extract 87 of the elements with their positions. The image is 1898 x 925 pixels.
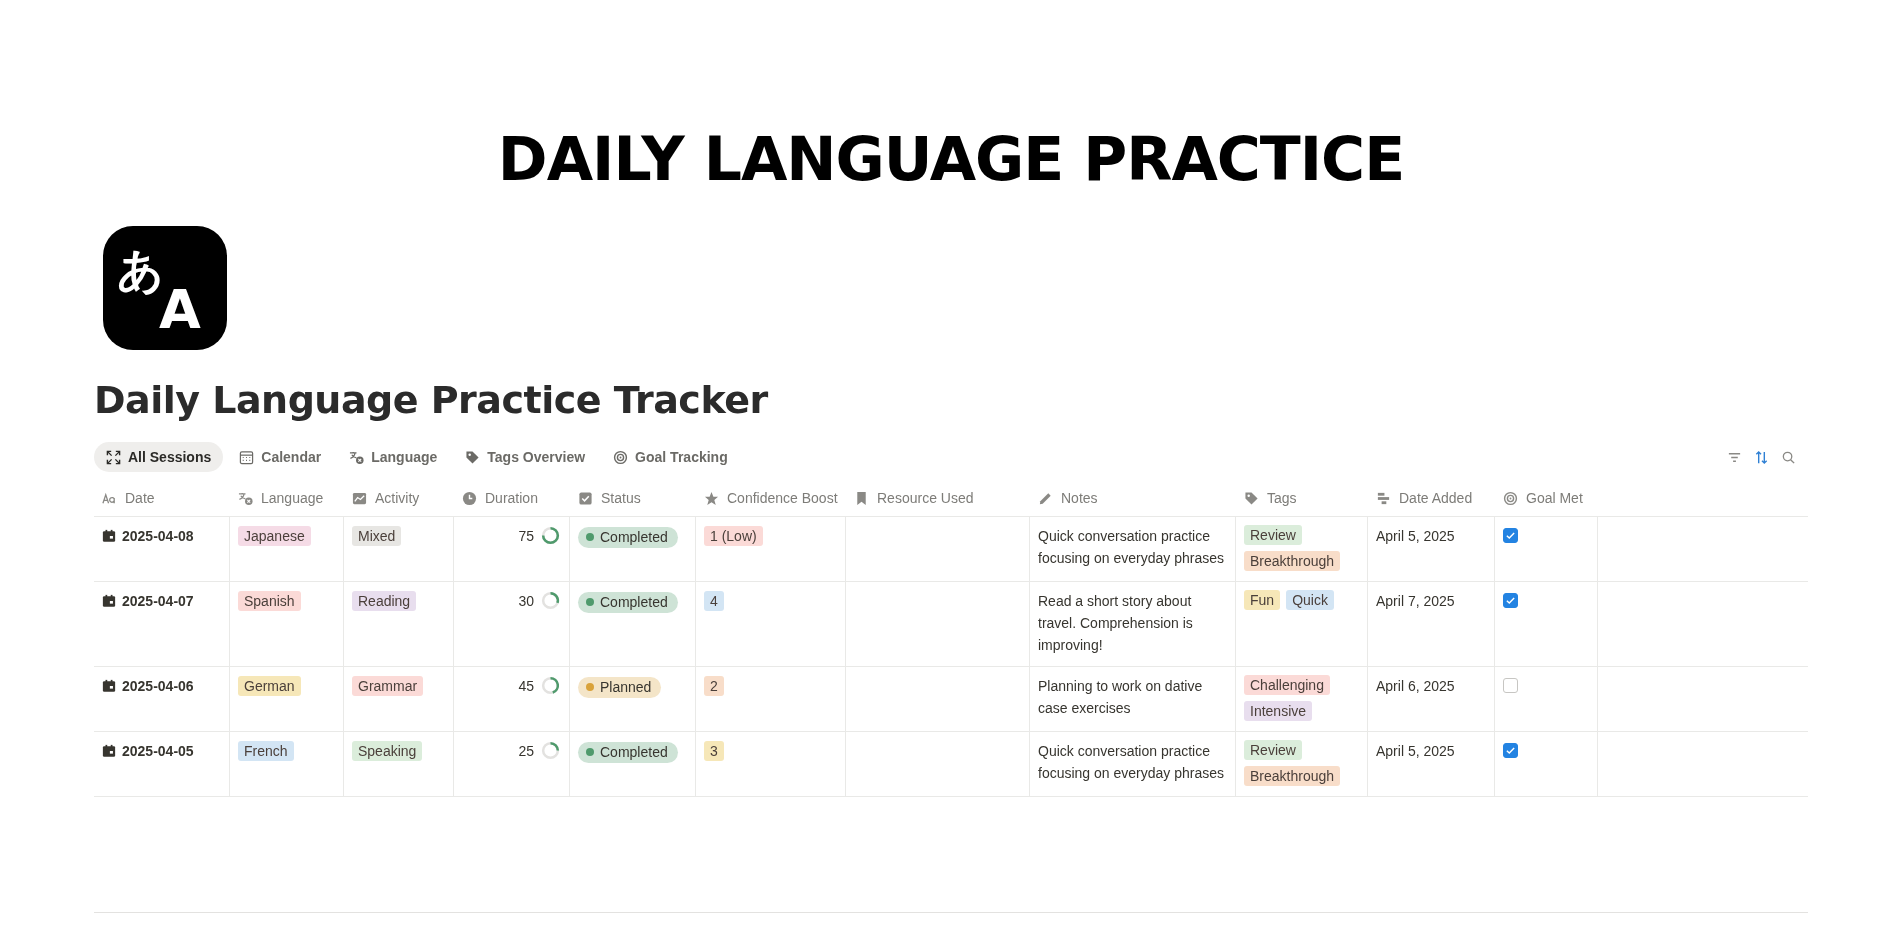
clock-icon <box>462 490 477 506</box>
calendar-icon <box>102 529 116 543</box>
date-added: April 7, 2025 <box>1376 593 1455 609</box>
goal-checkbox[interactable] <box>1503 678 1518 693</box>
view-tab[interactable]: All Sessions <box>94 442 224 472</box>
language-tag: German <box>238 676 301 696</box>
date-cell[interactable]: 2025-04-06 <box>102 675 194 697</box>
view-tab[interactable]: Calendar <box>227 442 334 472</box>
text-type-icon <box>102 490 117 506</box>
banner-title: DAILY LANGUAGE PRACTICE <box>496 123 1406 190</box>
column-header[interactable]: Goal Met <box>1495 480 1598 516</box>
tag-chip: Quick <box>1286 590 1334 610</box>
status-pill: Completed <box>578 741 678 763</box>
view-tab[interactable]: Goal Tracking <box>601 442 740 472</box>
confidence-tag: 2 <box>704 676 724 696</box>
checkbox-icon <box>578 490 593 506</box>
calendar-icon <box>239 449 255 465</box>
status-pill: Completed <box>578 526 678 548</box>
status-pill: Completed <box>578 591 678 613</box>
goal-checkbox[interactable] <box>1503 593 1518 608</box>
column-header[interactable]: Date Added <box>1368 480 1495 516</box>
activity-tag: Reading <box>352 591 417 611</box>
tag-icon <box>465 449 481 465</box>
column-header[interactable]: Date <box>94 480 230 516</box>
activity-tag: Mixed <box>352 526 402 546</box>
tag-icon <box>1244 490 1259 506</box>
sort-icon[interactable] <box>1754 449 1769 465</box>
date-added: April 5, 2025 <box>1376 528 1455 544</box>
progress-ring <box>540 525 561 546</box>
column-header[interactable]: Tags <box>1236 480 1368 516</box>
notes-text: Quick conversation practice focusing on everyday phrases <box>1038 742 1225 783</box>
date-added: April 6, 2025 <box>1376 678 1455 694</box>
status-pill: Planned <box>578 676 662 698</box>
view-tab[interactable]: Language <box>337 442 450 472</box>
tag-chip: Review <box>1244 525 1302 545</box>
column-header[interactable]: Activity <box>344 480 454 516</box>
duration-value: 25 <box>518 742 534 761</box>
expand-icon <box>106 449 121 465</box>
bookmark-icon <box>854 490 869 506</box>
column-header[interactable]: Language <box>230 480 344 516</box>
duration-value: 45 <box>518 677 534 696</box>
confidence-tag: 3 <box>704 741 724 761</box>
notes-text: Read a short story about travel. Comprehension is improving! <box>1038 592 1194 655</box>
line-chart-icon <box>352 490 367 506</box>
activity-tag: Speaking <box>352 741 423 761</box>
language-tag: French <box>238 741 294 761</box>
language-tag: Spanish <box>238 591 301 611</box>
bars-icon <box>1376 490 1391 506</box>
calendar-icon <box>102 679 116 693</box>
tag-chip: Intensive <box>1244 701 1313 721</box>
date-cell[interactable]: 2025-04-08 <box>102 525 194 547</box>
column-header[interactable]: Resource Used <box>846 480 1030 516</box>
activity-tag: Grammar <box>352 676 424 696</box>
calendar-icon <box>102 744 116 758</box>
tag-chip: Challenging <box>1244 675 1330 695</box>
target-icon <box>1503 490 1518 506</box>
tag-chip: Breakthrough <box>1244 766 1341 786</box>
date-cell[interactable]: 2025-04-05 <box>102 740 194 762</box>
view-tab[interactable]: Tags Overview <box>453 442 598 472</box>
language-tag: Japanese <box>238 526 311 546</box>
target-icon <box>613 449 629 465</box>
confidence-tag: 1 (Low) <box>704 526 763 546</box>
goal-checkbox[interactable] <box>1503 528 1518 543</box>
star-icon <box>704 490 719 506</box>
progress-ring <box>540 740 561 761</box>
duration-value: 75 <box>518 527 534 546</box>
column-header[interactable]: Confidence Boost <box>696 480 846 516</box>
tag-chip: Review <box>1244 740 1302 760</box>
translate-icon <box>349 449 365 465</box>
search-icon[interactable] <box>1781 449 1796 465</box>
confidence-tag: 4 <box>704 591 724 611</box>
tag-chip: Breakthrough <box>1244 551 1341 571</box>
progress-ring <box>540 590 561 611</box>
column-header[interactable]: Status <box>570 480 696 516</box>
progress-ring <box>540 675 561 696</box>
calendar-icon <box>102 594 116 608</box>
goal-checkbox[interactable] <box>1503 743 1518 758</box>
column-header[interactable]: Notes <box>1030 480 1236 516</box>
duration-value: 30 <box>518 592 534 611</box>
page-title: Daily Language Practice Tracker <box>94 378 769 422</box>
date-added: April 5, 2025 <box>1376 743 1455 759</box>
date-cell[interactable]: 2025-04-07 <box>102 590 194 612</box>
notes-text: Quick conversation practice focusing on everyday phrases <box>1038 527 1225 568</box>
tag-chip: Fun <box>1244 590 1281 610</box>
notes-text: Planning to work on dative case exercises <box>1038 677 1204 718</box>
column-header[interactable]: Duration <box>454 480 570 516</box>
translate-icon <box>238 490 253 506</box>
